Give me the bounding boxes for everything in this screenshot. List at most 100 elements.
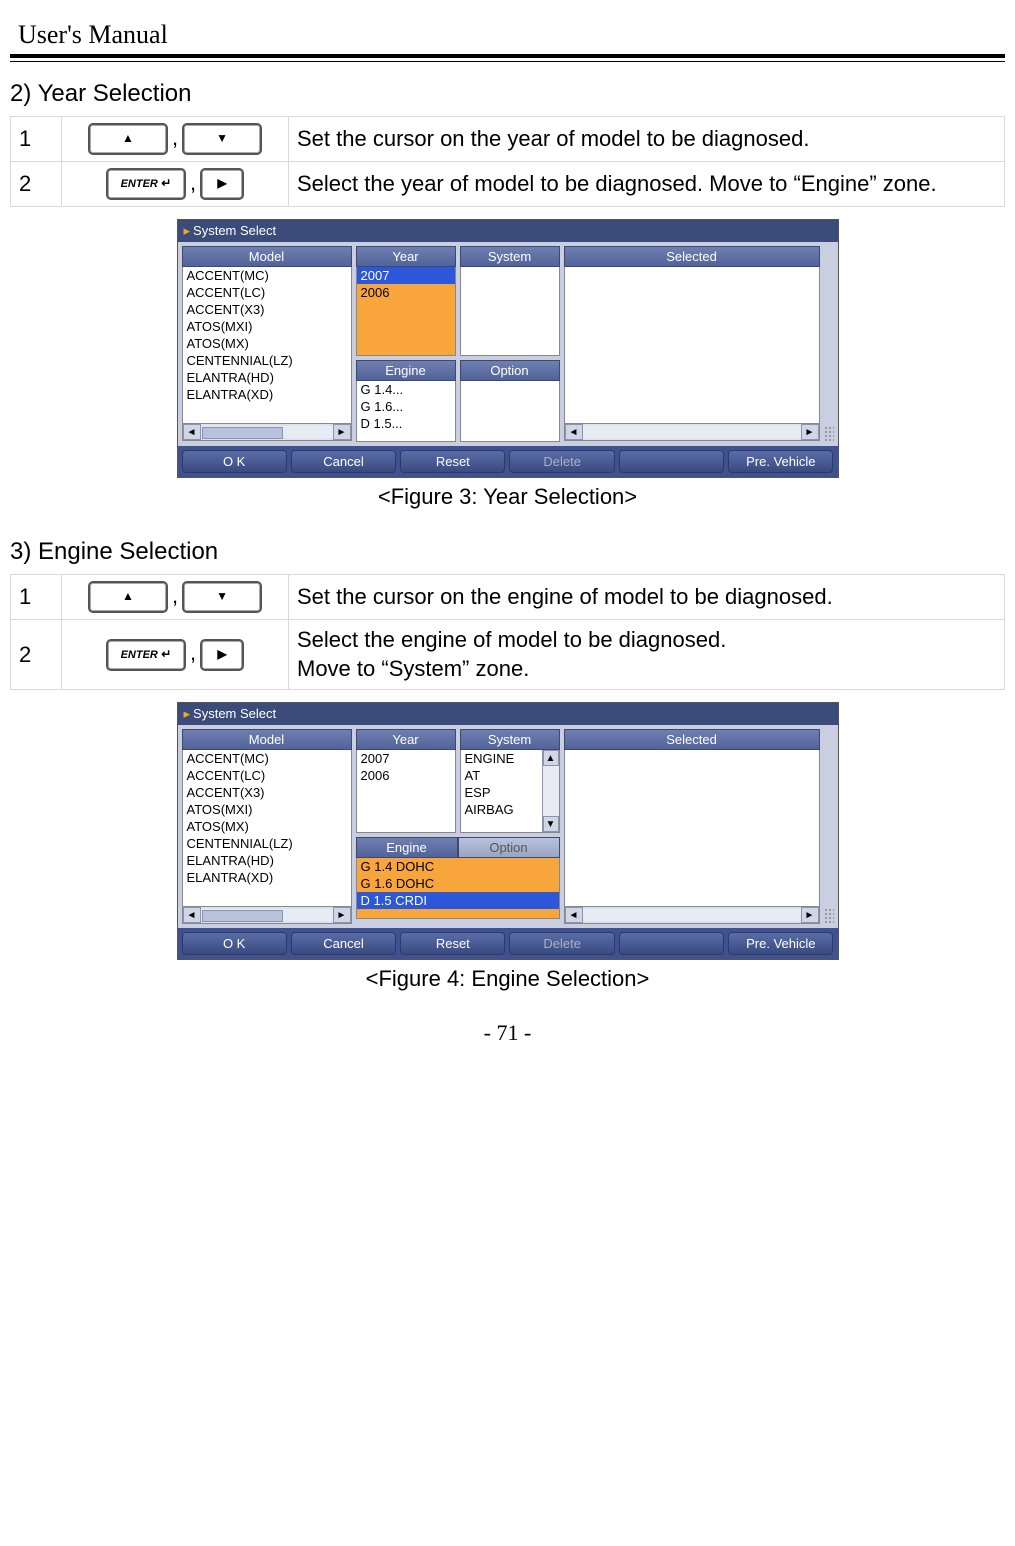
list-item[interactable]: CENTENNIAL(LZ) <box>183 835 351 852</box>
selected-header: Selected <box>564 729 820 750</box>
list-item[interactable]: G 1.6 DOHC <box>357 875 559 892</box>
list-item[interactable]: G 1.4... <box>357 381 455 398</box>
list-item[interactable]: 2006 <box>357 284 455 301</box>
list-item[interactable]: 2006 <box>357 767 455 784</box>
selected-panel: Selected ◄ ► <box>564 729 820 924</box>
section-year-title: 2) Year Selection <box>10 80 1005 108</box>
selected-list[interactable] <box>564 750 820 907</box>
option-list[interactable] <box>460 381 560 442</box>
delete-button[interactable]: Delete <box>509 450 614 473</box>
list-item[interactable]: ATOS(MXI) <box>183 801 351 818</box>
year-list[interactable]: 2007 2006 <box>356 750 456 833</box>
pre-vehicle-button[interactable]: Pre. Vehicle <box>728 932 833 955</box>
list-item[interactable]: CENTENNIAL(LZ) <box>183 352 351 369</box>
system-list[interactable] <box>460 267 560 356</box>
resize-grip-icon <box>824 426 834 442</box>
year-list[interactable]: 2007 2006 <box>356 267 456 356</box>
step-keys: ENTER, <box>62 162 289 207</box>
scroll-right-icon[interactable]: ► <box>333 907 351 923</box>
window-titlebar: ▸System Select <box>178 220 838 242</box>
list-item[interactable]: ATOS(MX) <box>183 335 351 352</box>
selected-hscroll[interactable]: ◄ ► <box>564 424 820 441</box>
list-item[interactable]: ACCENT(MC) <box>183 267 351 284</box>
empty-button <box>619 932 724 955</box>
model-list[interactable]: ACCENT(MC) ACCENT(LC) ACCENT(X3) ATOS(MX… <box>182 750 352 907</box>
table-row: 2 ENTER, Select the year of model to be … <box>11 162 1005 207</box>
option-header: Option <box>460 360 560 381</box>
button-bar: O K Cancel Reset Delete Pre. Vehicle <box>178 446 838 477</box>
section-engine-title: 3) Engine Selection <box>10 538 1005 566</box>
list-item[interactable]: ACCENT(MC) <box>183 750 351 767</box>
year-header: Year <box>356 729 456 750</box>
list-item[interactable]: ATOS(MX) <box>183 818 351 835</box>
list-item[interactable]: ELANTRA(HD) <box>183 369 351 386</box>
scroll-right-icon[interactable]: ► <box>801 907 819 923</box>
list-item[interactable]: ELANTRA(XD) <box>183 869 351 886</box>
list-item[interactable]: ATOS(MXI) <box>183 318 351 335</box>
scroll-right-icon[interactable]: ► <box>801 424 819 440</box>
right-key-icon <box>200 639 244 671</box>
page-number: - 71 - <box>10 1020 1005 1046</box>
scroll-left-icon[interactable]: ◄ <box>565 907 583 923</box>
header-rule <box>10 54 1005 62</box>
scroll-left-icon[interactable]: ◄ <box>565 424 583 440</box>
list-item[interactable]: 2007 <box>357 750 455 767</box>
list-item[interactable]: ACCENT(X3) <box>183 301 351 318</box>
reset-button[interactable]: Reset <box>400 932 505 955</box>
list-item[interactable]: G 1.4 DOHC <box>357 858 559 875</box>
model-header: Model <box>182 729 352 750</box>
model-panel: Model ACCENT(MC) ACCENT(LC) ACCENT(X3) A… <box>182 729 352 924</box>
scroll-left-icon[interactable]: ◄ <box>183 907 201 923</box>
cancel-button[interactable]: Cancel <box>291 932 396 955</box>
system-list[interactable]: ENGINE AT ESP AIRBAG ▲ ▼ <box>460 750 560 833</box>
delete-button[interactable]: Delete <box>509 932 614 955</box>
list-item[interactable]: ACCENT(LC) <box>183 284 351 301</box>
list-item[interactable]: D 1.5 CRDI <box>357 892 559 909</box>
cancel-button[interactable]: Cancel <box>291 450 396 473</box>
list-item[interactable]: ACCENT(X3) <box>183 784 351 801</box>
pre-vehicle-button[interactable]: Pre. Vehicle <box>728 450 833 473</box>
table-row: 2 ENTER, Select the engine of model to b… <box>11 620 1005 690</box>
list-item[interactable]: ACCENT(LC) <box>183 767 351 784</box>
step-keys: ENTER, <box>62 620 289 690</box>
scroll-left-icon[interactable]: ◄ <box>183 424 201 440</box>
header-title: User's Manual <box>18 20 1005 50</box>
ok-button[interactable]: O K <box>182 450 287 473</box>
window-title: System Select <box>193 706 276 721</box>
ok-button[interactable]: O K <box>182 932 287 955</box>
enter-key-icon: ENTER <box>106 639 186 671</box>
list-item[interactable]: ELANTRA(XD) <box>183 386 351 403</box>
system-vscroll[interactable]: ▲ ▼ <box>542 750 559 832</box>
engine-header: Engine <box>356 360 456 381</box>
down-key-icon <box>182 581 262 613</box>
selected-list[interactable] <box>564 267 820 424</box>
engine-list[interactable]: G 1.4 DOHC G 1.6 DOHC D 1.5 CRDI <box>356 858 560 919</box>
model-list[interactable]: ACCENT(MC) ACCENT(LC) ACCENT(X3) ATOS(MX… <box>182 267 352 424</box>
table-row: 1 , Set the cursor on the year of model … <box>11 117 1005 162</box>
engine-panel: Engine G 1.4... G 1.6... D 1.5... <box>356 360 456 442</box>
right-key-icon <box>200 168 244 200</box>
list-item[interactable]: D 1.5... <box>357 415 455 432</box>
list-item[interactable]: ELANTRA(HD) <box>183 852 351 869</box>
reset-button[interactable]: Reset <box>400 450 505 473</box>
system-panel: System <box>460 246 560 356</box>
up-key-icon <box>88 123 168 155</box>
step-desc: Set the cursor on the engine of model to… <box>289 575 1005 620</box>
list-item[interactable]: 2007 <box>357 267 455 284</box>
list-item[interactable]: G 1.6... <box>357 398 455 415</box>
engine-list[interactable]: G 1.4... G 1.6... D 1.5... <box>356 381 456 442</box>
step-keys: , <box>62 117 289 162</box>
selected-panel: Selected ◄ ► <box>564 246 820 442</box>
scroll-up-icon[interactable]: ▲ <box>543 750 559 766</box>
empty-button <box>619 450 724 473</box>
model-hscroll[interactable]: ◄ ► <box>182 424 352 441</box>
step-num: 1 <box>11 575 62 620</box>
titlebar-arrow-icon: ▸ <box>184 223 191 238</box>
step-desc: Set the cursor on the year of model to b… <box>289 117 1005 162</box>
step-desc: Select the year of model to be diagnosed… <box>289 162 1005 207</box>
scroll-down-icon[interactable]: ▼ <box>543 816 559 832</box>
scroll-right-icon[interactable]: ► <box>333 424 351 440</box>
model-hscroll[interactable]: ◄ ► <box>182 907 352 924</box>
engine-header: Engine <box>356 837 458 858</box>
selected-hscroll[interactable]: ◄ ► <box>564 907 820 924</box>
